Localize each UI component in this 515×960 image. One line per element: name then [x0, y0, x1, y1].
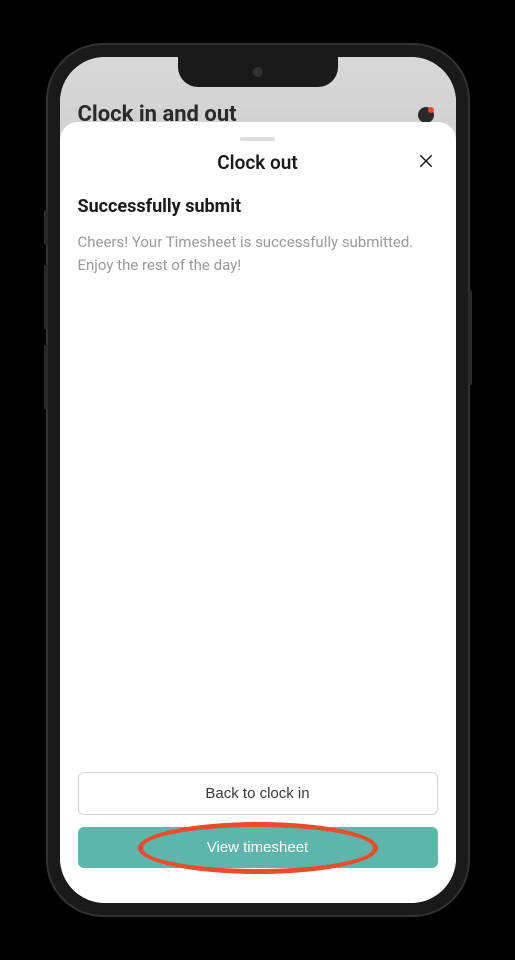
- view-timesheet-button[interactable]: View timesheet: [78, 827, 438, 868]
- power-button: [468, 290, 472, 385]
- modal-header: Clock out: [78, 151, 438, 174]
- modal-content: Successfully submit Cheers! Your Timeshe…: [78, 196, 438, 772]
- phone-notch: [178, 57, 338, 87]
- drag-handle[interactable]: [240, 137, 275, 141]
- volume-down: [44, 345, 48, 410]
- volume-up: [44, 265, 48, 330]
- back-to-clock-in-button[interactable]: Back to clock in: [78, 772, 438, 815]
- silent-switch: [44, 210, 48, 245]
- close-icon: [417, 152, 435, 170]
- button-group: Back to clock in View timesheet: [78, 772, 438, 868]
- phone-frame: Clock in and out Clock out: [48, 45, 468, 915]
- success-message: Cheers! Your Timesheet is successfully s…: [78, 231, 438, 276]
- clock-out-modal: Clock out Successfully submit Cheers! Yo…: [60, 122, 456, 903]
- modal-title: Clock out: [78, 151, 438, 174]
- close-button[interactable]: [414, 149, 438, 173]
- phone-screen: Clock in and out Clock out: [60, 57, 456, 903]
- success-heading: Successfully submit: [78, 196, 438, 217]
